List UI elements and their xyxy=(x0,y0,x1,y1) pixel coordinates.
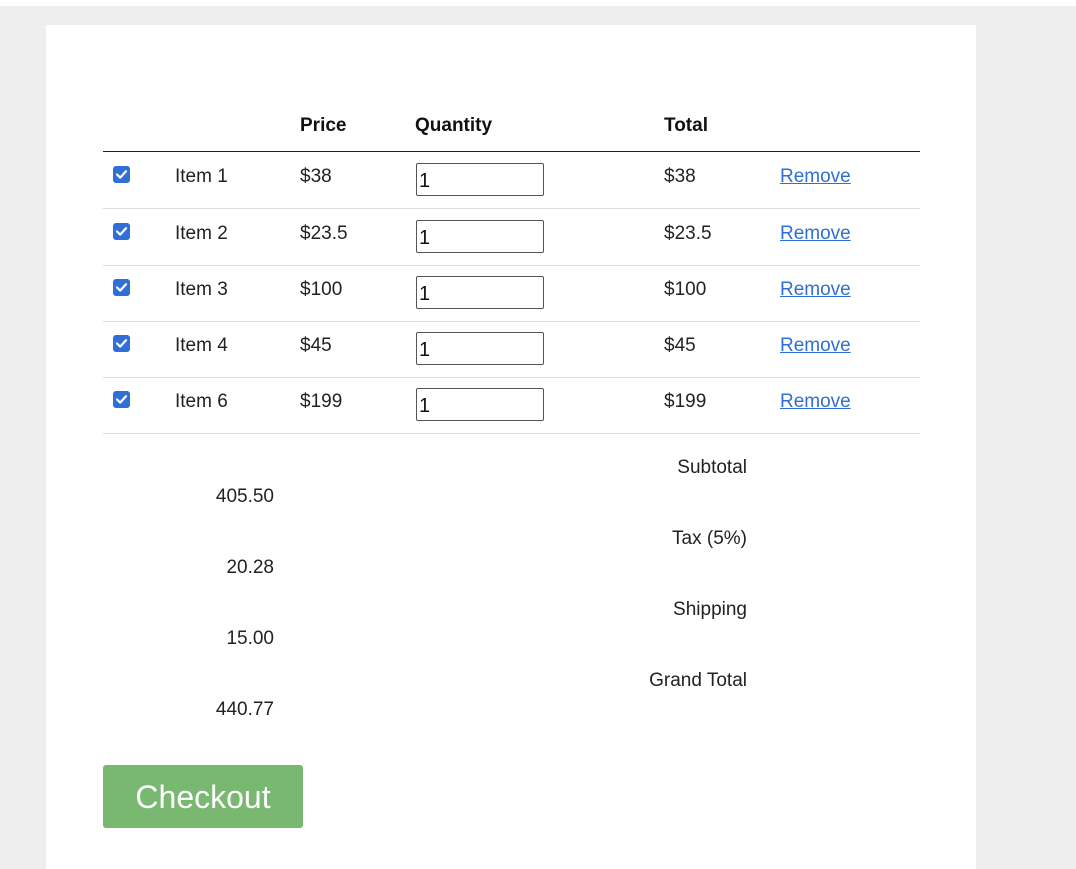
checkmark-icon xyxy=(115,170,128,179)
shipping-value: 15.00 xyxy=(226,628,274,649)
quantity-input[interactable] xyxy=(416,276,544,309)
table-row: Item 4 $45 $45 Remove xyxy=(103,321,920,378)
item-name: Item 2 xyxy=(175,223,228,244)
row-checkbox[interactable] xyxy=(113,223,130,240)
item-name: Item 6 xyxy=(175,391,228,412)
shipping-label: Shipping xyxy=(673,599,747,620)
row-checkbox[interactable] xyxy=(113,335,130,352)
quantity-input[interactable] xyxy=(416,163,544,196)
item-price: $199 xyxy=(300,391,343,412)
checkout-button[interactable]: Checkout xyxy=(103,765,303,828)
row-checkbox[interactable] xyxy=(113,391,130,408)
tax-label: Tax (5%) xyxy=(672,528,747,549)
checkmark-icon xyxy=(115,227,128,236)
checkmark-icon xyxy=(115,283,128,292)
quantity-input[interactable] xyxy=(416,332,544,365)
subtotal-value: 405.50 xyxy=(215,486,274,507)
table-row: Item 2 $23.5 $23.5 Remove xyxy=(103,209,920,266)
remove-link[interactable]: Remove xyxy=(780,278,851,302)
checkmark-icon xyxy=(115,395,128,404)
item-price: $100 xyxy=(300,279,343,300)
tax-value: 20.28 xyxy=(226,557,274,578)
header-price: Price xyxy=(300,115,347,136)
subtotal-label: Subtotal xyxy=(677,457,747,478)
item-total: $45 xyxy=(664,335,696,356)
header-total: Total xyxy=(664,115,708,136)
item-price: $23.5 xyxy=(300,223,348,244)
item-price: $45 xyxy=(300,335,332,356)
remove-link[interactable]: Remove xyxy=(780,222,851,246)
table-row: Item 3 $100 $100 Remove xyxy=(103,265,920,322)
remove-link[interactable]: Remove xyxy=(780,390,851,414)
item-total: $100 xyxy=(664,279,707,300)
remove-link[interactable]: Remove xyxy=(780,165,851,189)
item-total: $23.5 xyxy=(664,223,712,244)
item-total: $199 xyxy=(664,391,707,412)
table-row: Item 1 $38 $38 Remove xyxy=(103,152,920,209)
table-header: Price Quantity Total xyxy=(103,111,920,152)
item-name: Item 3 xyxy=(175,279,228,300)
quantity-input[interactable] xyxy=(416,388,544,421)
quantity-input[interactable] xyxy=(416,220,544,253)
row-checkbox[interactable] xyxy=(113,279,130,296)
grand-total-value: 440.77 xyxy=(215,699,274,720)
item-total: $38 xyxy=(664,166,696,187)
item-name: Item 1 xyxy=(175,166,228,187)
item-name: Item 4 xyxy=(175,335,228,356)
header-quantity: Quantity xyxy=(415,115,493,136)
grand-total-label: Grand Total xyxy=(649,670,747,691)
checkmark-icon xyxy=(115,339,128,348)
cart-card: Price Quantity Total Item 1 $38 $38 Remo… xyxy=(46,25,976,869)
table-row: Item 6 $199 $199 Remove xyxy=(103,377,920,434)
row-checkbox[interactable] xyxy=(113,166,130,183)
item-price: $38 xyxy=(300,166,332,187)
remove-link[interactable]: Remove xyxy=(780,334,851,358)
